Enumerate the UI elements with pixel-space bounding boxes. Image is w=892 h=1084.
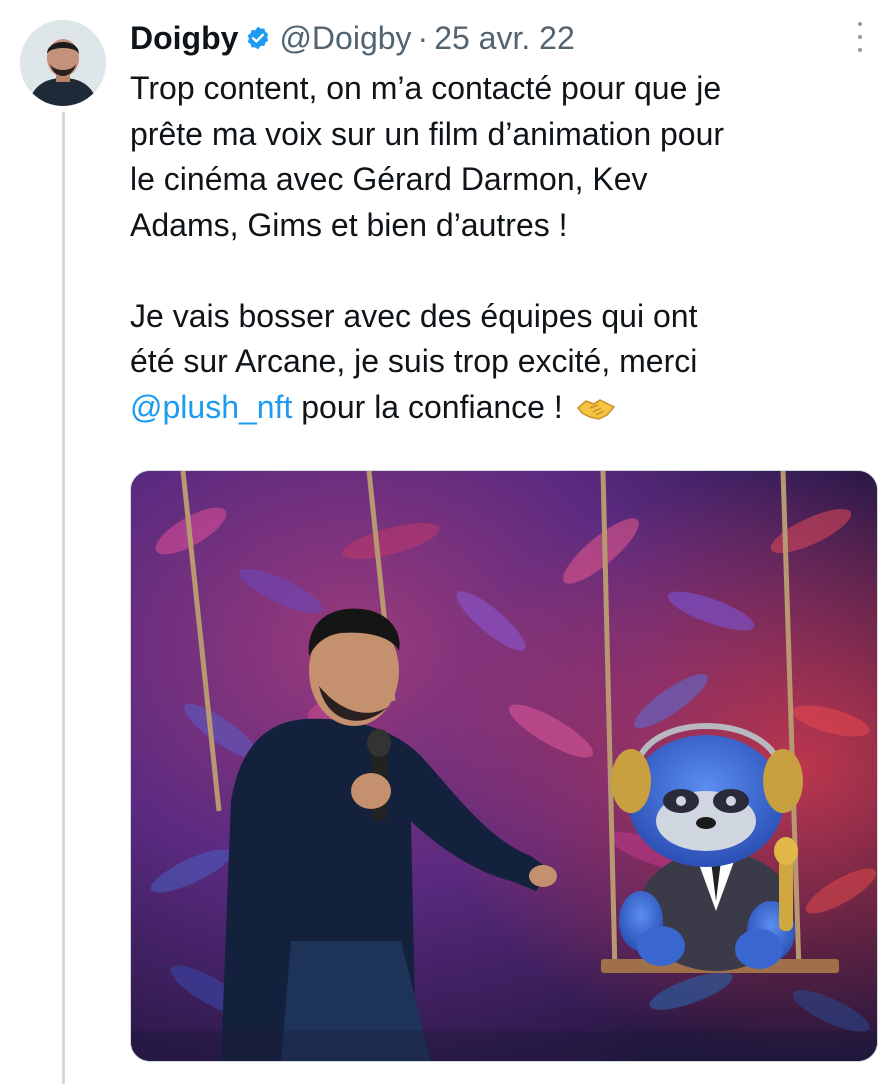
tweet-text-line: été sur Arcane, je suis trop excité, mer… — [130, 343, 698, 379]
tweet-text-line: Trop content, on m’a contacté pour que j… — [130, 70, 722, 106]
avatar[interactable] — [20, 20, 106, 106]
tweet-text-line: le cinéma avec Gérard Darmon, Kev — [130, 161, 648, 197]
tweet-text: Trop content, on m’a contacté pour que j… — [130, 66, 870, 434]
tweet-date[interactable]: 25 avr. 22 — [434, 20, 575, 57]
tweet-text-segment: pour la confiance ! — [301, 388, 563, 425]
tweet-text-line-mention: @plush_nft pour la confiance ! — [130, 385, 870, 435]
separator-dot: · — [417, 19, 429, 56]
mention-link[interactable]: @plush_nft — [130, 389, 292, 425]
verified-badge-icon — [245, 25, 271, 51]
tweet-media-image[interactable] — [130, 470, 878, 1062]
author-handle[interactable]: @Doigby — [279, 20, 411, 57]
more-options-icon[interactable] — [854, 22, 866, 52]
thread-line — [62, 112, 65, 1084]
tweet-header: Doigby @Doigby · 25 avr. 22 — [130, 14, 862, 62]
tweet-text-line: Adams, Gims et bien d’autres ! — [130, 206, 568, 243]
tweet-text-line: prête ma voix sur un film d’animation po… — [130, 115, 725, 152]
tweet-text-line: Je vais bosser avec des équipes qui ont — [130, 297, 698, 334]
handshake-icon — [576, 389, 616, 435]
author-display-name[interactable]: Doigby — [130, 20, 238, 57]
